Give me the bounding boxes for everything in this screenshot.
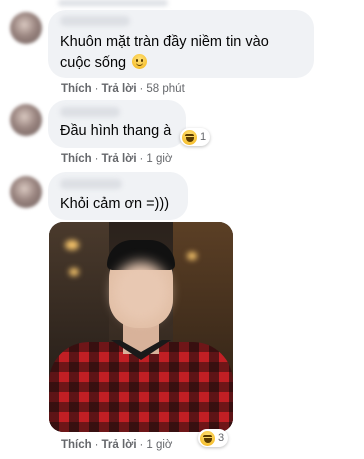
comment-text: Khuôn mặt tràn đầy niềm tin vào cuộc sốn… — [60, 32, 269, 74]
timestamp[interactable]: 58 phút — [146, 83, 184, 95]
haha-icon — [200, 430, 215, 446]
lamp-light — [65, 240, 79, 250]
commenter-name[interactable] — [60, 179, 122, 189]
like-link[interactable]: Thích — [61, 153, 92, 165]
timestamp[interactable]: 1 giờ — [146, 439, 172, 451]
reply-link[interactable]: Trả lời — [102, 439, 137, 451]
avatar[interactable] — [10, 104, 42, 136]
smiling-face-icon — [132, 54, 148, 69]
reaction-summary[interactable]: 1 — [180, 128, 211, 146]
lamp-light — [69, 268, 79, 276]
timestamp[interactable]: 1 giờ — [146, 153, 172, 165]
avatar[interactable] — [10, 176, 42, 208]
comment-text-line: Khuôn mặt tràn đầy niềm tin vào — [60, 34, 269, 50]
reaction-summary[interactable]: 3 — [198, 429, 229, 447]
reply-link[interactable]: Trả lời — [102, 153, 137, 165]
boy-portrait-photo[interactable] — [49, 222, 233, 432]
haha-icon — [182, 129, 197, 145]
lamp-light — [187, 252, 197, 260]
reaction-count: 3 — [218, 432, 225, 444]
comment-actions: Thích · Trả lời · 1 giờ — [61, 439, 173, 451]
commenter-name[interactable] — [58, 0, 168, 6]
comment-actions: Thích · Trả lời · 58 phút — [61, 83, 185, 95]
comment-actions: Thích · Trả lời · 1 giờ — [61, 153, 173, 165]
like-link[interactable]: Thích — [61, 439, 92, 451]
reaction-count: 1 — [200, 131, 207, 143]
avatar[interactable] — [10, 12, 42, 44]
commenter-name[interactable] — [60, 107, 120, 117]
comment-text: Đầu hình thang à — [60, 123, 172, 139]
like-link[interactable]: Thích — [61, 83, 92, 95]
comment-text: Khỏi cảm ơn =))) — [60, 196, 170, 212]
blurred-face — [113, 262, 169, 322]
comment-text-line: cuộc sống — [60, 55, 127, 71]
reply-link[interactable]: Trả lời — [102, 83, 137, 95]
commenter-name[interactable] — [60, 16, 130, 26]
